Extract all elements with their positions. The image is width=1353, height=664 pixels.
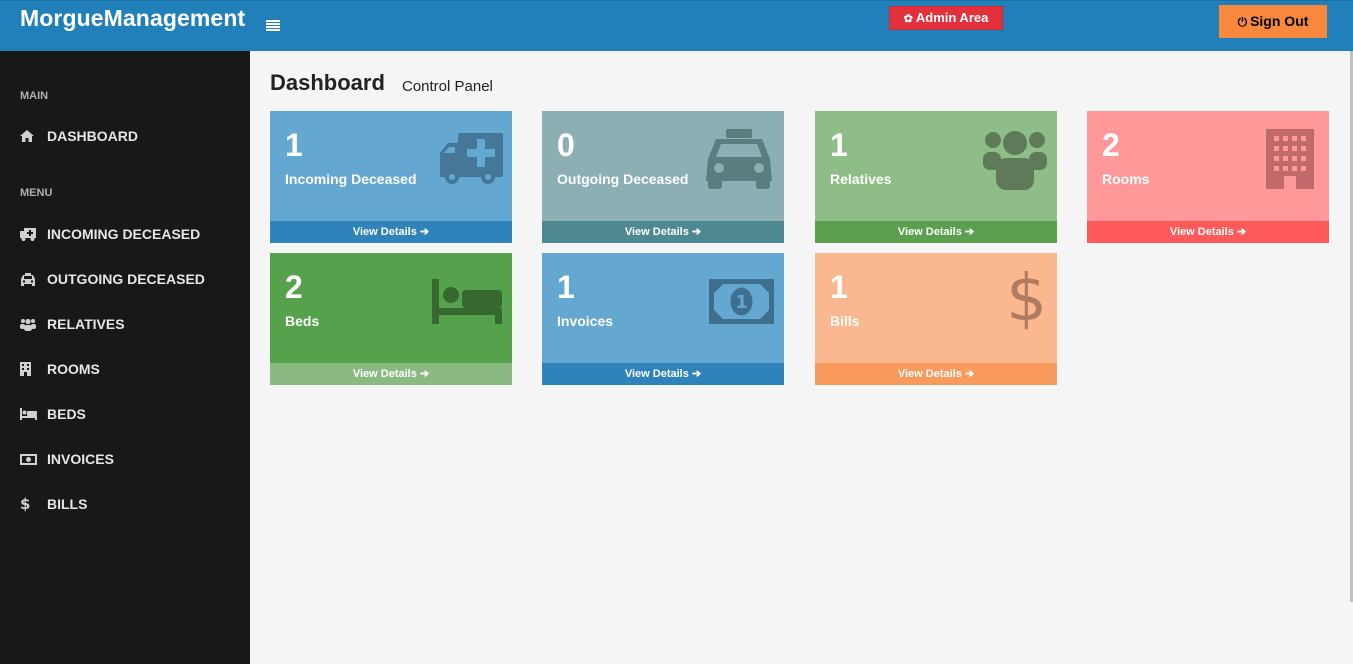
card-count: 0 (557, 127, 575, 163)
card-label: Outgoing Deceased (557, 171, 689, 187)
sidebar-item-dashboard[interactable]: DASHBOARD (20, 125, 240, 147)
arrow-right-icon: ➔ (691, 368, 702, 380)
card-body: 1 Bills $ (815, 253, 1057, 363)
stat-card-incoming-deceased: 1 Incoming Deceased View Details ➔ (270, 111, 512, 243)
admin-area-label: Admin Area (915, 10, 989, 25)
building-icon (1266, 129, 1314, 194)
view-details-label: View Details (624, 368, 689, 380)
money-icon: 1 (709, 279, 774, 329)
sidebar-item-label: BEDS (47, 406, 86, 422)
bed-icon (432, 279, 502, 329)
menu-toggle-icon[interactable] (266, 20, 280, 31)
card-label: Rooms (1102, 171, 1150, 187)
sidebar-item-label: INCOMING DECEASED (47, 226, 201, 242)
sidebar-item-outgoing-deceased[interactable]: OUTGOING DECEASED (20, 268, 240, 290)
taxi-icon (704, 129, 774, 194)
view-details-link[interactable]: View Details ➔ (270, 221, 512, 243)
sidebar-header-main: MAIN (20, 90, 49, 102)
view-details-link[interactable]: View Details ➔ (815, 221, 1057, 243)
stat-card-rooms: 2 Rooms View Details ➔ (1087, 111, 1329, 243)
card-label: Beds (285, 313, 320, 329)
card-label: Invoices (557, 313, 614, 329)
arrow-right-icon: ➔ (419, 368, 430, 380)
sidebar-item-incoming-deceased[interactable]: INCOMING DECEASED (20, 223, 240, 245)
sidebar-item-rooms[interactable]: ROOMS (20, 358, 240, 380)
stat-card-beds: 2 Beds View Details ➔ (270, 253, 512, 385)
brand-logo[interactable]: MorgueManagement (20, 5, 245, 32)
card-count: 1 (285, 127, 303, 163)
users-icon (983, 128, 1047, 195)
sidebar-item-label: RELATIVES (47, 316, 125, 332)
view-details-label: View Details (352, 226, 417, 238)
card-body: 1 Relatives (815, 111, 1057, 221)
sidebar: MAIN DASHBOARD MENU INCOMING DECEASED OU… (0, 51, 250, 664)
sidebar-item-label: ROOMS (47, 361, 100, 377)
ambulance-icon (20, 227, 47, 241)
card-count: 1 (557, 269, 575, 305)
page-title: Dashboard (270, 70, 385, 95)
sign-out-button[interactable]: ⏻ Sign Out (1219, 5, 1327, 38)
sidebar-item-label: OUTGOING DECEASED (47, 271, 205, 287)
stat-card-bills: 1 Bills $ View Details ➔ (815, 253, 1057, 385)
card-label: Bills (830, 313, 860, 329)
card-label: Relatives (830, 171, 892, 187)
view-details-link[interactable]: View Details ➔ (815, 363, 1057, 385)
users-icon (20, 318, 47, 331)
view-details-label: View Details (897, 226, 962, 238)
view-details-link[interactable]: View Details ➔ (542, 221, 784, 243)
money-icon (20, 453, 47, 465)
power-icon: ⏻ (1237, 15, 1248, 29)
arrow-right-icon: ➔ (691, 226, 702, 238)
building-icon (20, 362, 47, 376)
stat-card-relatives: 1 Relatives View Details ➔ (815, 111, 1057, 243)
sidebar-item-invoices[interactable]: INVOICES (20, 448, 240, 470)
view-details-label: View Details (624, 226, 689, 238)
ambulance-icon (440, 131, 503, 190)
view-details-link[interactable]: View Details ➔ (1087, 221, 1329, 243)
sidebar-item-bills[interactable]: $ BILLS (20, 493, 240, 515)
home-icon (20, 130, 47, 142)
card-count: 2 (1102, 127, 1120, 163)
stat-card-invoices: 1 Invoices 1 View Details ➔ (542, 253, 784, 385)
arrow-right-icon: ➔ (964, 226, 975, 238)
sidebar-item-beds[interactable]: BEDS (20, 403, 240, 425)
arrow-right-icon: ➔ (964, 368, 975, 380)
top-navbar: MorgueManagement ✿ Admin Area ⏻ Sign Out (0, 0, 1353, 51)
bed-icon (20, 408, 47, 420)
sidebar-item-label: DASHBOARD (47, 128, 138, 144)
sidebar-item-label: INVOICES (47, 451, 114, 467)
view-details-label: View Details (352, 368, 417, 380)
sign-out-label: Sign Out (1250, 13, 1309, 29)
card-count: 2 (285, 269, 303, 305)
sidebar-header-menu: MENU (20, 187, 53, 199)
dollar-icon: $ (1006, 262, 1047, 336)
sidebar-item-label: BILLS (47, 496, 88, 512)
view-details-label: View Details (897, 368, 962, 380)
view-details-link[interactable]: View Details ➔ (270, 363, 512, 385)
sidebar-item-relatives[interactable]: RELATIVES (20, 313, 240, 335)
dollar-icon: $ (20, 495, 31, 513)
stat-card-outgoing-deceased: 0 Outgoing Deceased View Details ➔ (542, 111, 784, 243)
card-body: 1 Invoices 1 (542, 253, 784, 363)
card-count: 1 (830, 269, 848, 305)
card-body: 0 Outgoing Deceased (542, 111, 784, 221)
view-details-label: View Details (1169, 226, 1234, 238)
card-body: 2 Rooms (1087, 111, 1329, 221)
card-body: 1 Incoming Deceased (270, 111, 512, 221)
card-label: Incoming Deceased (285, 171, 417, 187)
taxi-icon (20, 272, 47, 286)
arrow-right-icon: ➔ (1236, 226, 1247, 238)
card-count: 1 (830, 127, 848, 163)
arrow-right-icon: ➔ (419, 226, 430, 238)
view-details-link[interactable]: View Details ➔ (542, 363, 784, 385)
page-subtitle: Control Panel (402, 78, 493, 95)
card-body: 2 Beds (270, 253, 512, 363)
admin-area-button[interactable]: ✿ Admin Area (889, 6, 1003, 30)
svg-text:1: 1 (735, 292, 748, 313)
gear-icon: ✿ (903, 13, 913, 25)
